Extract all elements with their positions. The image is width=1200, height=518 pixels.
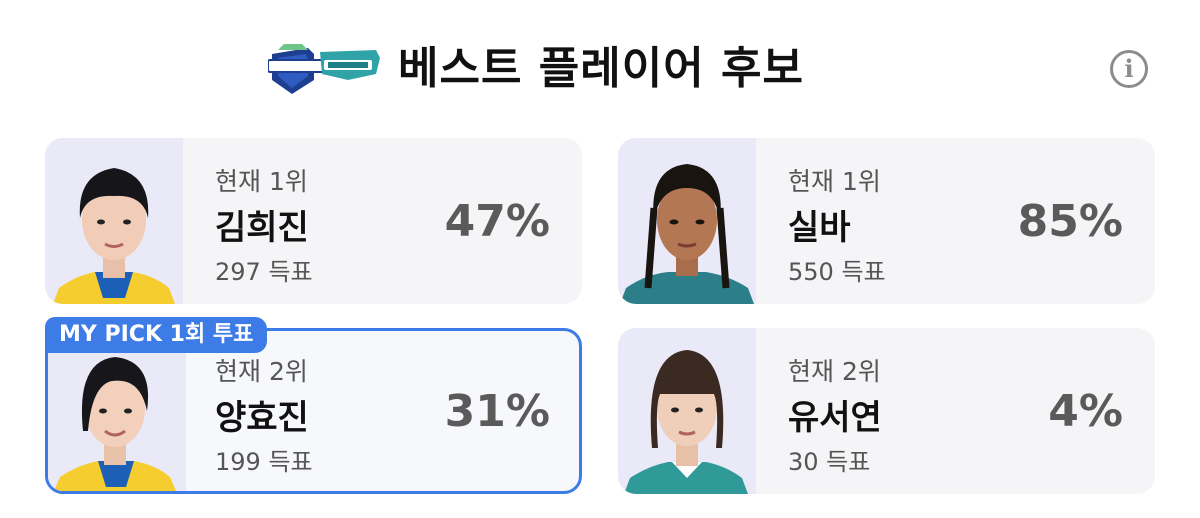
v-league-logo — [267, 40, 382, 98]
vote-percent: 85% — [1017, 196, 1123, 247]
player-name: 실바 — [788, 208, 851, 248]
player-votes: 30 득표 — [788, 448, 871, 476]
player-votes: 199 득표 — [215, 448, 313, 476]
player-card-kim-heejin[interactable]: 현재 1위 김희진 297 득표 47% — [45, 138, 582, 304]
player-photo — [48, 331, 186, 491]
player-name: 김희진 — [215, 208, 309, 248]
vote-percent: 31% — [444, 386, 550, 437]
page-title: 베스트 플레이어 후보 — [398, 43, 804, 94]
vote-percent: 4% — [1048, 386, 1123, 437]
player-photo — [45, 138, 183, 304]
player-name: 유서연 — [788, 398, 882, 438]
player-card-silva[interactable]: 현재 1위 실바 550 득표 85% — [618, 138, 1155, 304]
player-name: 양효진 — [215, 398, 309, 438]
info-icon[interactable]: i — [1110, 50, 1148, 88]
player-rank: 현재 2위 — [215, 357, 308, 386]
my-pick-badge: MY PICK 1회 투표 — [45, 317, 268, 353]
player-photo — [618, 138, 756, 304]
player-votes: 550 득표 — [788, 258, 886, 286]
vote-percent: 47% — [444, 196, 550, 247]
player-rank: 현재 1위 — [215, 167, 308, 196]
player-card-yoo-seoyeon[interactable]: 현재 2위 유서연 30 득표 4% — [618, 328, 1155, 494]
header: 베스트 플레이어 후보 i — [0, 30, 1200, 110]
player-votes: 297 득표 — [215, 258, 313, 286]
player-photo — [618, 328, 756, 494]
player-rank: 현재 2위 — [788, 357, 881, 386]
player-rank: 현재 1위 — [788, 167, 881, 196]
player-card-yang-hyojin[interactable]: MY PICK 1회 투표 현재 2위 양효진 199 득표 31% — [45, 317, 582, 494]
